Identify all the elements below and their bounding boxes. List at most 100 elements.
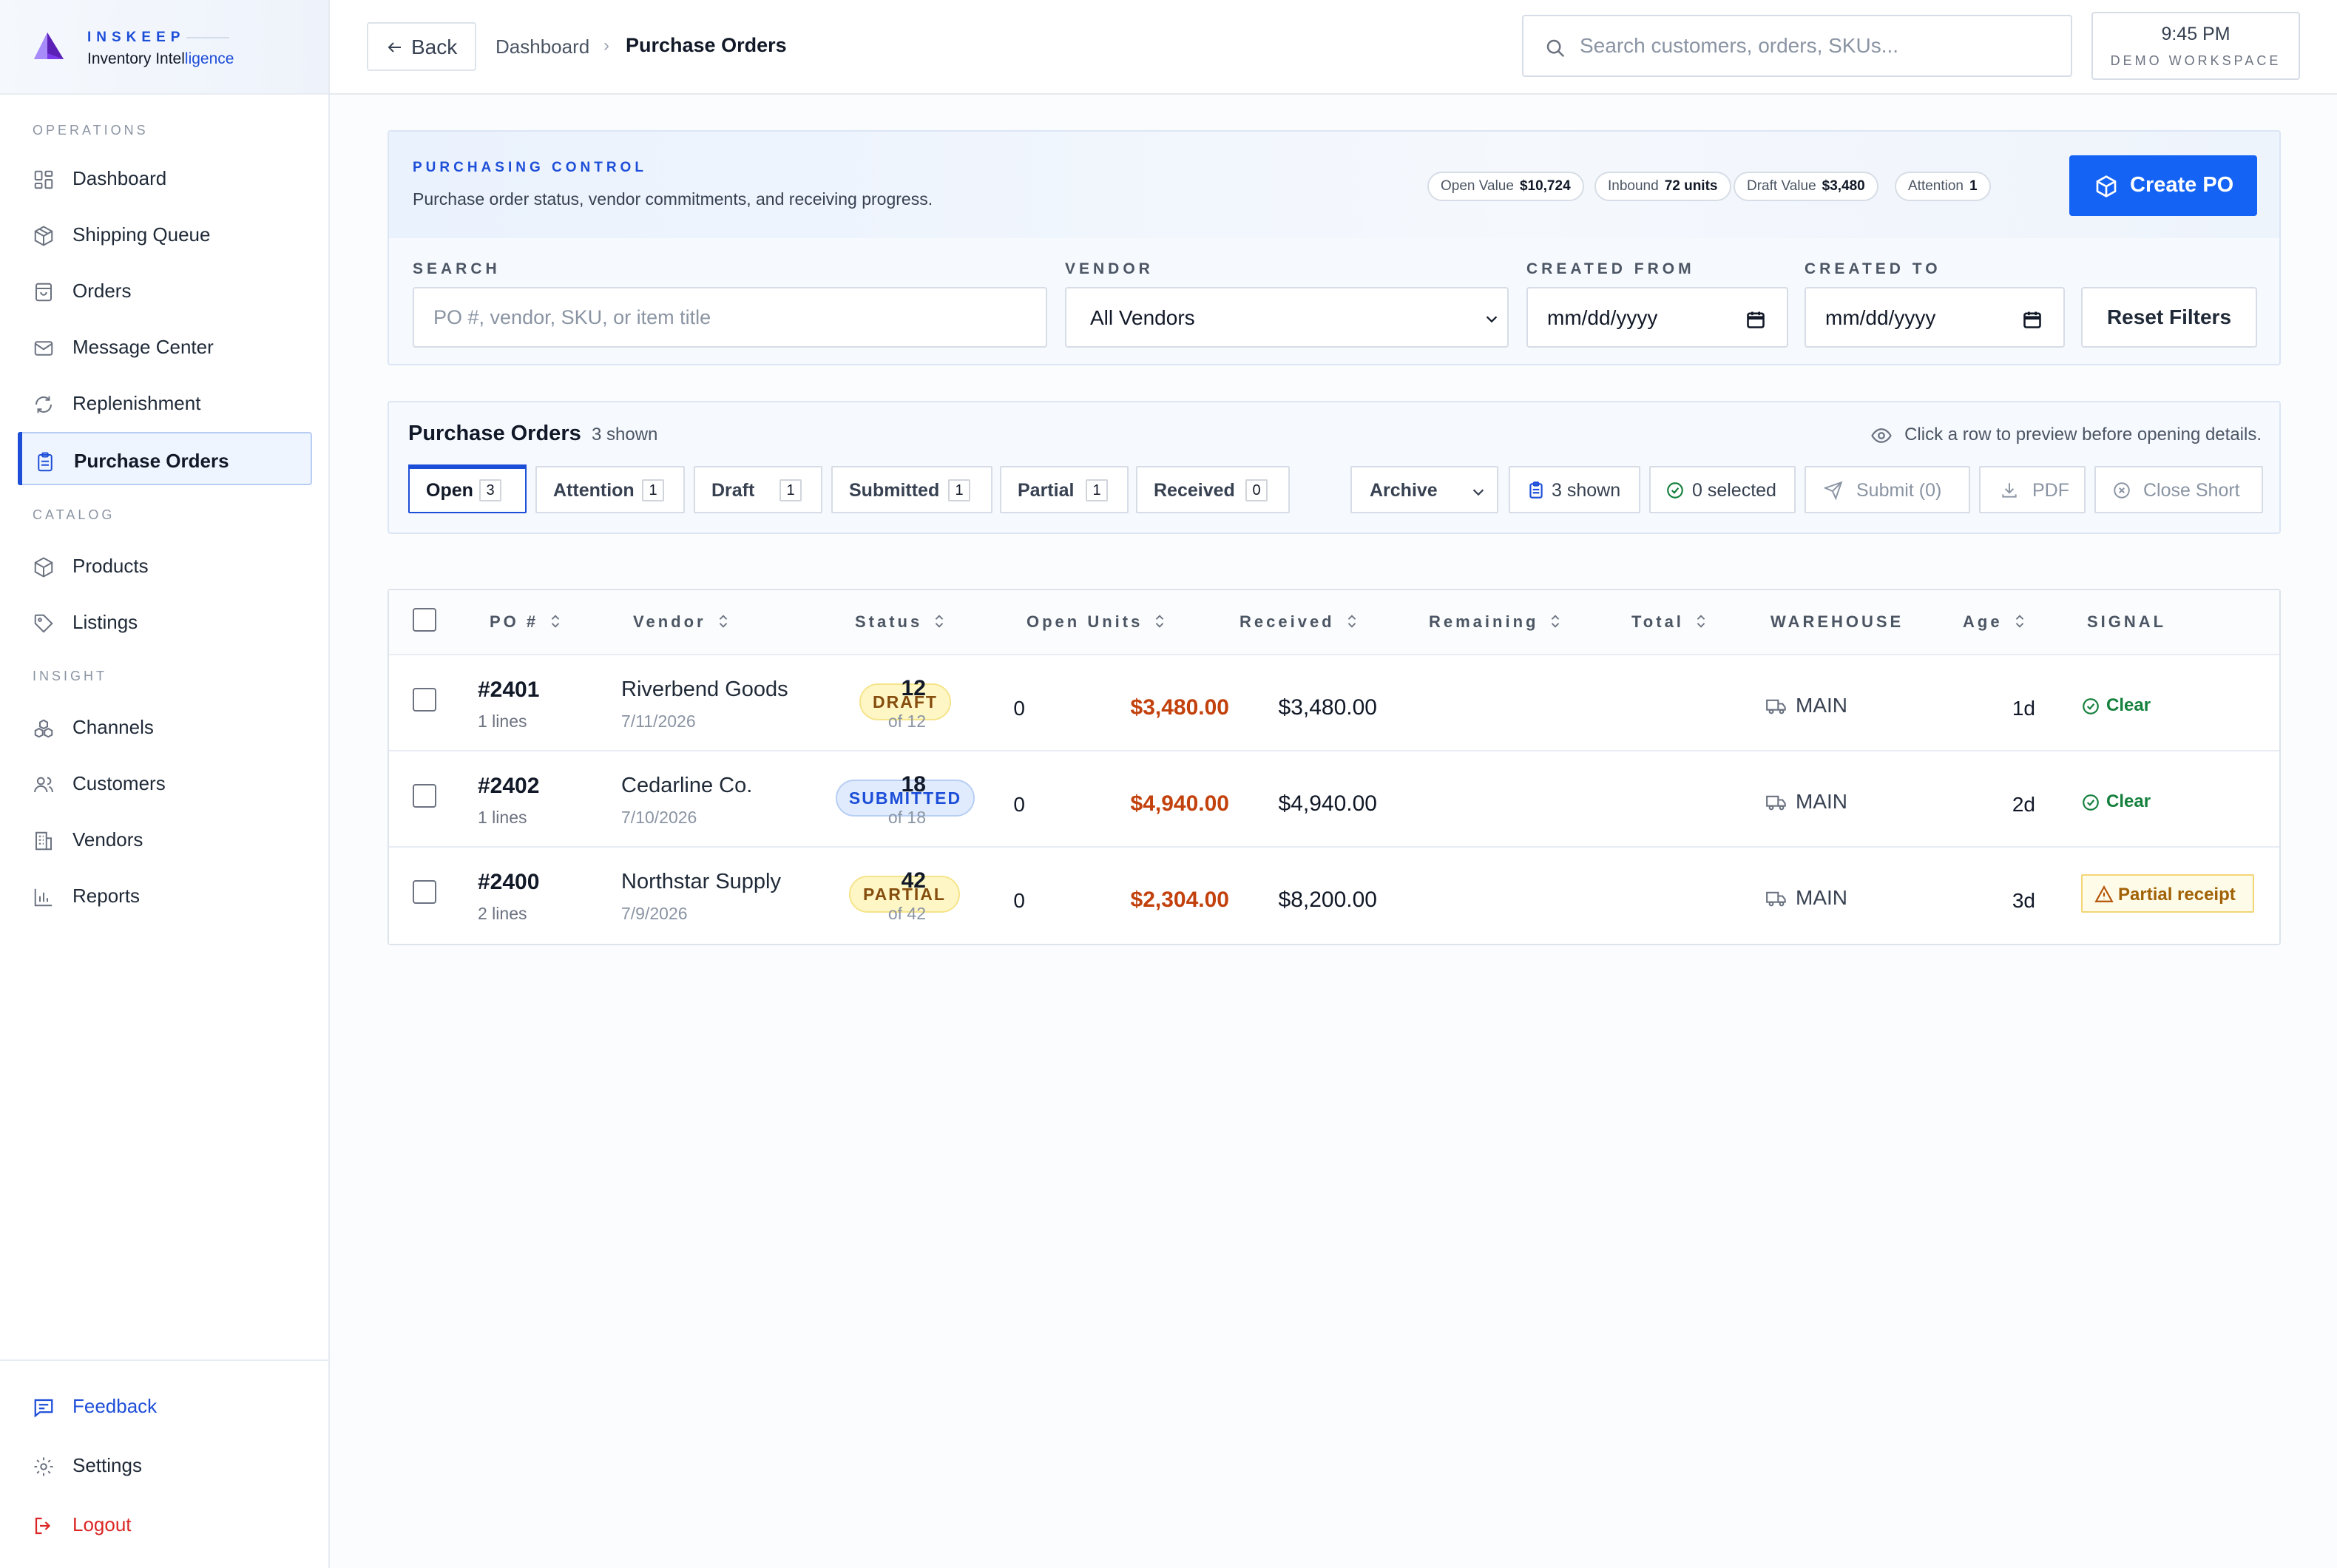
sidebar-item-replenishment[interactable]: Replenishment xyxy=(18,376,312,429)
building-icon xyxy=(35,831,52,851)
back-label: Back xyxy=(411,36,458,58)
check-circle-icon xyxy=(2083,698,2099,714)
sort-icon xyxy=(551,615,560,628)
sort-icon xyxy=(1156,615,1164,628)
selected-button[interactable]: 0 selected xyxy=(1649,466,1796,513)
filter-from-label: CREATED FROM xyxy=(1526,260,1695,277)
tab-attention[interactable]: Attention 1 xyxy=(535,466,685,513)
sidebar-item-shipping-queue[interactable]: Shipping Queue xyxy=(18,207,312,260)
open-units: 18 xyxy=(901,772,926,797)
pdf-button[interactable]: PDF xyxy=(1979,466,2086,513)
table-row[interactable]: #2401 1 lines Riverbend Goods 7/11/2026 … xyxy=(389,655,2279,751)
sidebar-item-dashboard[interactable]: Dashboard xyxy=(18,151,312,204)
breadcrumb-dashboard[interactable]: Dashboard xyxy=(496,36,589,58)
sidebar-item-channels[interactable]: Channels xyxy=(18,700,312,753)
sidebar-item-customers[interactable]: Customers xyxy=(18,756,312,809)
close-short-button-label: Close Short xyxy=(2143,480,2240,501)
send-icon xyxy=(1824,481,1843,500)
calendar-icon[interactable] xyxy=(1745,309,1766,330)
sidebar-item-products[interactable]: Products xyxy=(18,538,312,592)
row-checkbox[interactable] xyxy=(413,784,436,808)
column-vendor[interactable]: Vendor xyxy=(633,612,731,632)
submit-button[interactable]: Submit (0) xyxy=(1805,466,1970,513)
received-units: 0 xyxy=(1013,697,1025,720)
remaining-value: $4,940.00 xyxy=(1130,791,1229,816)
chip-draft-value: Draft Value $3,480 xyxy=(1734,172,1878,201)
chip-inbound: Inbound 72 units xyxy=(1594,172,1731,201)
created-to-input[interactable]: mm/dd/yyyy xyxy=(1805,287,2065,348)
sidebar-item-purchase-orders[interactable]: Purchase Orders xyxy=(18,432,312,485)
received-units: 0 xyxy=(1013,889,1025,912)
vendor-name: Riverbend Goods xyxy=(621,677,788,701)
clock-time: 9:45 PM xyxy=(2161,24,2231,44)
po-date: 7/11/2026 xyxy=(621,712,696,731)
vendor-select[interactable]: All Vendors xyxy=(1065,287,1509,348)
tab-open[interactable]: Open 3 xyxy=(408,464,527,513)
clipboard-icon xyxy=(1529,481,1543,499)
sidebar-item-orders[interactable]: Orders xyxy=(18,263,312,317)
table-row[interactable]: #2400 2 lines Northstar Supply 7/9/2026 … xyxy=(389,848,2279,944)
sidebar-item-feedback[interactable]: Feedback xyxy=(18,1379,312,1432)
arrow-left-icon xyxy=(388,42,401,53)
column-open-units[interactable]: Open Units xyxy=(1027,612,1168,632)
mail-icon xyxy=(34,341,53,356)
tab-received[interactable]: Received 0 xyxy=(1136,466,1290,513)
purchase-orders-panel: Purchase Orders 3 shown Click a row to p… xyxy=(388,401,2281,534)
sidebar-item-label: Shipping Queue xyxy=(72,223,211,246)
brand-header: INSKEEP Inventory Intelligence xyxy=(0,0,328,95)
chevron-down-icon xyxy=(1486,316,1498,323)
logo-icon xyxy=(34,33,64,59)
sidebar-item-reports[interactable]: Reports xyxy=(18,868,312,922)
filter-vendor-label: VENDOR xyxy=(1065,260,1154,277)
column-po[interactable]: PO # xyxy=(490,612,564,632)
topbar: Back Dashboard › Purchase Orders 9:45 PM… xyxy=(330,0,2337,95)
select-all-checkbox[interactable] xyxy=(413,608,436,632)
remaining-value: $2,304.00 xyxy=(1130,888,1229,912)
sidebar-item-message-center[interactable]: Message Center xyxy=(18,320,312,373)
tab-partial[interactable]: Partial 1 xyxy=(1000,466,1129,513)
row-checkbox[interactable] xyxy=(413,688,436,712)
gear-icon xyxy=(34,1457,53,1476)
tab-draft[interactable]: Draft 1 xyxy=(694,466,822,513)
calendar-icon[interactable] xyxy=(2022,309,2043,330)
column-age[interactable]: Age xyxy=(1963,612,2028,632)
sidebar-item-settings[interactable]: Settings xyxy=(18,1438,312,1491)
close-short-button[interactable]: Close Short xyxy=(2094,466,2263,513)
check-circle-icon xyxy=(1667,482,1683,499)
table-row[interactable]: #2402 1 lines Cedarline Co. 7/10/2026 SU… xyxy=(389,751,2279,848)
reset-filters-button[interactable]: Reset Filters xyxy=(2081,287,2257,348)
truck-icon xyxy=(1766,891,1786,907)
control-eyebrow: PURCHASING CONTROL xyxy=(413,160,647,175)
global-search-input[interactable] xyxy=(1580,30,2053,62)
age: 2d xyxy=(2012,793,2035,816)
sidebar-item-label: Listings xyxy=(72,611,138,633)
tab-submitted[interactable]: Submitted 1 xyxy=(831,466,992,513)
po-lines: 2 lines xyxy=(478,904,527,923)
sidebar: INSKEEP Inventory Intelligence OPERATION… xyxy=(0,0,330,1568)
purchasing-control-panel: PURCHASING CONTROL Purchase order status… xyxy=(388,130,2281,365)
brand-name: INSKEEP xyxy=(87,30,186,45)
workspace-name: DEMO WORKSPACE xyxy=(2110,53,2282,68)
created-from-input[interactable]: mm/dd/yyyy xyxy=(1526,287,1788,348)
sort-icon xyxy=(1697,615,1705,628)
column-received[interactable]: Received xyxy=(1239,612,1360,632)
open-units-of: of 18 xyxy=(887,808,926,827)
column-status[interactable]: Status xyxy=(855,612,947,632)
row-checkbox[interactable] xyxy=(413,880,436,904)
eye-icon xyxy=(1871,428,1892,443)
sidebar-item-listings[interactable]: Listings xyxy=(18,595,312,648)
created-to-value: mm/dd/yyyy xyxy=(1825,306,1936,329)
sidebar-item-vendors[interactable]: Vendors xyxy=(18,812,312,865)
open-units-of: of 42 xyxy=(887,904,926,923)
filter-search-input[interactable]: PO #, vendor, SKU, or item title xyxy=(413,287,1047,348)
filter-search-placeholder: PO #, vendor, SKU, or item title xyxy=(433,306,711,328)
sidebar-item-logout[interactable]: Logout xyxy=(18,1497,312,1550)
column-total[interactable]: Total xyxy=(1631,612,1709,632)
chevron-down-icon xyxy=(1472,489,1484,496)
column-remaining[interactable]: Remaining xyxy=(1429,612,1563,632)
archive-select[interactable]: Archive xyxy=(1350,466,1498,513)
vendor-name: Northstar Supply xyxy=(621,870,781,893)
back-button[interactable]: Back xyxy=(367,22,476,71)
shown-button[interactable]: 3 shown xyxy=(1509,466,1640,513)
create-po-button[interactable]: Create PO xyxy=(2069,155,2257,216)
